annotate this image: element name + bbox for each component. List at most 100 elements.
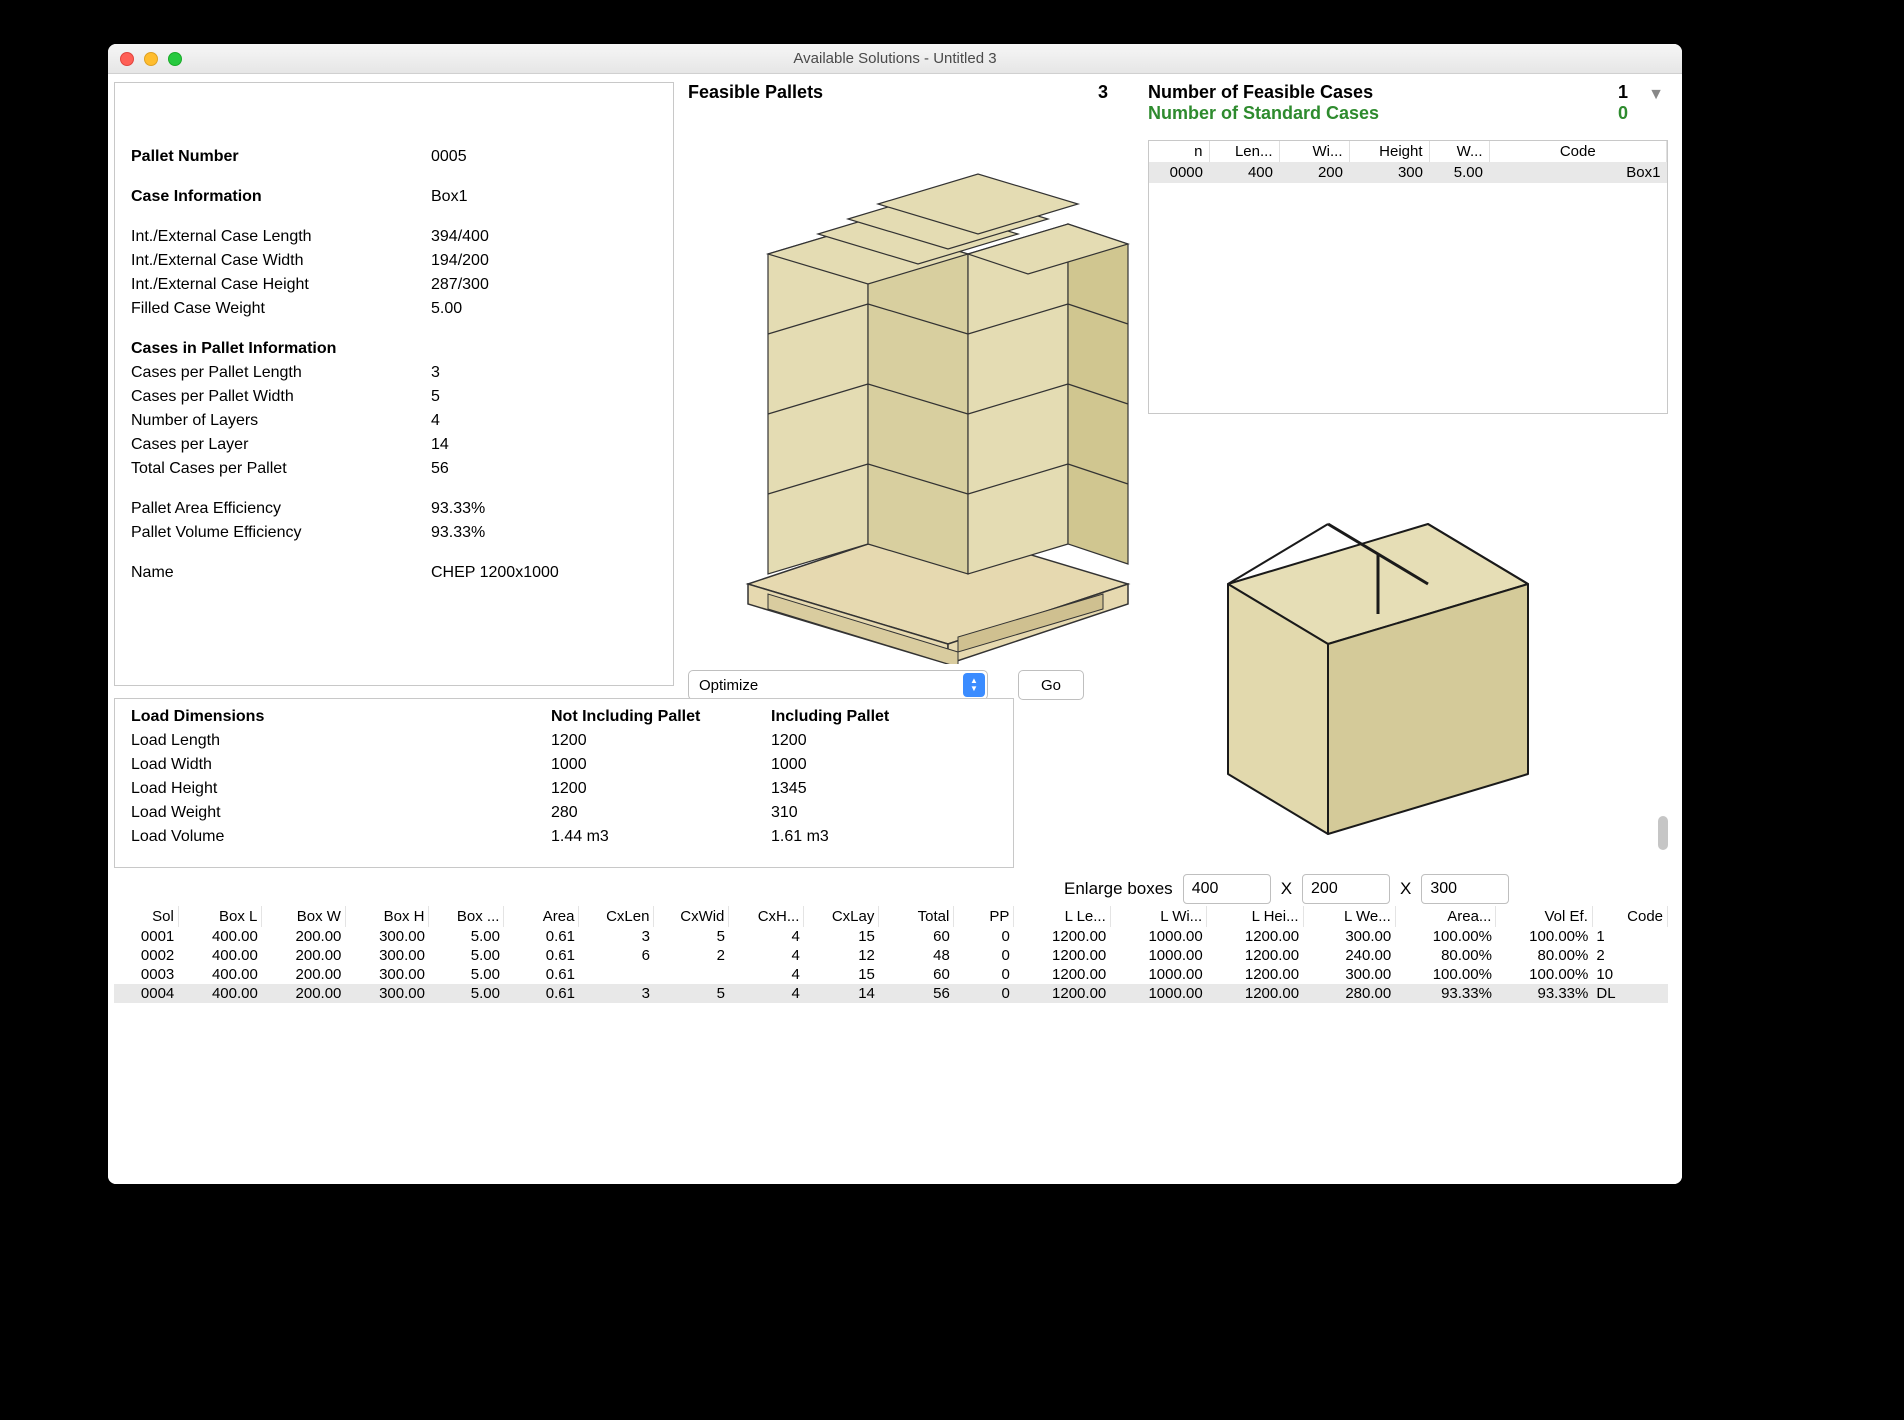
cell: DL: [1592, 984, 1667, 1003]
cases-table-header: n Len... Wi... Height W... Code: [1149, 141, 1667, 162]
solutions-row[interactable]: 0002400.00200.00300.005.000.616241248012…: [114, 946, 1668, 965]
cell: 80.00%: [1496, 946, 1592, 965]
vol-eff-value: 93.33%: [431, 521, 657, 545]
disclosure-triangle-icon[interactable]: ▼: [1648, 86, 1664, 104]
load-row-label: Load Width: [131, 753, 551, 777]
cell: 1200.00: [1207, 946, 1303, 965]
window-title: Available Solutions - Untitled 3: [108, 50, 1682, 67]
enlarge-width-input[interactable]: [1302, 874, 1390, 904]
cell: 100.00%: [1496, 927, 1592, 946]
standard-cases-count: 0: [1618, 103, 1628, 124]
solutions-row[interactable]: 0004400.00200.00300.005.000.613541456012…: [114, 984, 1668, 1003]
cell: [579, 965, 654, 984]
cpw-label: Cases per Pallet Width: [131, 385, 431, 409]
layers-value: 4: [431, 409, 657, 433]
cell: 240.00: [1303, 946, 1395, 965]
cell: 1200.00: [1207, 984, 1303, 1003]
cases-table-row[interactable]: 0000 400 200 300 5.00 Box1: [1149, 162, 1667, 183]
col-header[interactable]: Box H: [345, 906, 429, 927]
pallet-number-value: 0005: [431, 145, 657, 169]
case-info-label: Case Information: [131, 185, 431, 209]
col-header[interactable]: CxH...: [729, 906, 804, 927]
cell: 1000.00: [1110, 965, 1206, 984]
cell: 15: [804, 965, 879, 984]
cell: 4: [729, 927, 804, 946]
col-header[interactable]: Box L: [178, 906, 262, 927]
cell: 5.00: [1429, 162, 1489, 183]
load-row-value: 1200: [551, 777, 771, 801]
load-row-value: 1.44 m3: [551, 825, 771, 849]
col-header[interactable]: L We...: [1303, 906, 1395, 927]
col-header[interactable]: Total: [879, 906, 954, 927]
cell: 5: [654, 927, 729, 946]
load-row-label: Load Height: [131, 777, 551, 801]
case-length-value: 394/400: [431, 225, 657, 249]
cell: 60: [879, 965, 954, 984]
x-separator: X: [1400, 879, 1411, 899]
pallet-number-label: Pallet Number: [131, 145, 431, 169]
cases-table[interactable]: n Len... Wi... Height W... Code 0000 400…: [1148, 140, 1668, 414]
col-header[interactable]: L Wi...: [1110, 906, 1206, 927]
col-header[interactable]: PP: [954, 906, 1014, 927]
scrollbar[interactable]: [1652, 474, 1668, 854]
layers-label: Number of Layers: [131, 409, 431, 433]
cell: 280.00: [1303, 984, 1395, 1003]
cell: 0004: [114, 984, 178, 1003]
col-header[interactable]: CxLay: [804, 906, 879, 927]
chevron-updown-icon: ▲▼: [963, 673, 985, 697]
col-header[interactable]: Len...: [1209, 141, 1279, 162]
area-eff-label: Pallet Area Efficiency: [131, 497, 431, 521]
cell: 15: [804, 927, 879, 946]
solutions-header-row: SolBox LBox WBox HBox ...AreaCxLenCxWidC…: [114, 906, 1668, 927]
cell: 5.00: [429, 927, 504, 946]
load-row-value: 280: [551, 801, 771, 825]
col-header[interactable]: CxWid: [654, 906, 729, 927]
area-eff-value: 93.33%: [431, 497, 657, 521]
col-header[interactable]: Code: [1489, 141, 1667, 162]
col-header[interactable]: Height: [1349, 141, 1429, 162]
load-row-label: Load Volume: [131, 825, 551, 849]
col-header[interactable]: Sol: [114, 906, 178, 927]
cell: 5.00: [429, 946, 504, 965]
col-header[interactable]: L Le...: [1014, 906, 1110, 927]
solutions-table[interactable]: SolBox LBox WBox HBox ...AreaCxLenCxWidC…: [114, 906, 1668, 1174]
load-dim-heading: Load Dimensions: [131, 705, 551, 729]
cell: 48: [879, 946, 954, 965]
cell: 200.00: [262, 984, 346, 1003]
col-header[interactable]: CxLen: [579, 906, 654, 927]
col-header[interactable]: n: [1149, 141, 1209, 162]
col-header[interactable]: Area...: [1395, 906, 1496, 927]
solutions-row[interactable]: 0003400.00200.00300.005.000.614156001200…: [114, 965, 1668, 984]
cell: 300.00: [345, 927, 429, 946]
cell: 10: [1592, 965, 1667, 984]
case-length-label: Int./External Case Length: [131, 225, 431, 249]
load-row-value: 1.61 m3: [771, 825, 997, 849]
cell: 0.61: [504, 984, 579, 1003]
col-header[interactable]: Box W: [262, 906, 346, 927]
go-button[interactable]: Go: [1018, 670, 1084, 700]
enlarge-length-input[interactable]: [1183, 874, 1271, 904]
col-header[interactable]: Code: [1592, 906, 1667, 927]
pallet-name-value: CHEP 1200x1000: [431, 561, 657, 585]
col-header[interactable]: Area: [504, 906, 579, 927]
cpl-label: Cases per Pallet Length: [131, 361, 431, 385]
cell: 1200.00: [1014, 984, 1110, 1003]
cell: 1200.00: [1014, 965, 1110, 984]
cell: 0.61: [504, 965, 579, 984]
col-header[interactable]: Wi...: [1279, 141, 1349, 162]
solutions-row[interactable]: 0001400.00200.00300.005.000.613541560012…: [114, 927, 1668, 946]
col-header[interactable]: Box ...: [429, 906, 504, 927]
enlarge-height-input[interactable]: [1421, 874, 1509, 904]
optimize-select[interactable]: Optimize ▲▼: [688, 670, 988, 700]
feasible-cases-count: 1: [1618, 82, 1628, 103]
col-header[interactable]: Vol Ef.: [1496, 906, 1592, 927]
cell: 1200.00: [1207, 965, 1303, 984]
scroll-thumb[interactable]: [1658, 816, 1668, 850]
col-header[interactable]: L Hei...: [1207, 906, 1303, 927]
cell: 300.00: [1303, 927, 1395, 946]
cell: 0000: [1149, 162, 1209, 183]
cell: 2: [654, 946, 729, 965]
cell: 6: [579, 946, 654, 965]
col-header[interactable]: W...: [1429, 141, 1489, 162]
cell: 0: [954, 965, 1014, 984]
